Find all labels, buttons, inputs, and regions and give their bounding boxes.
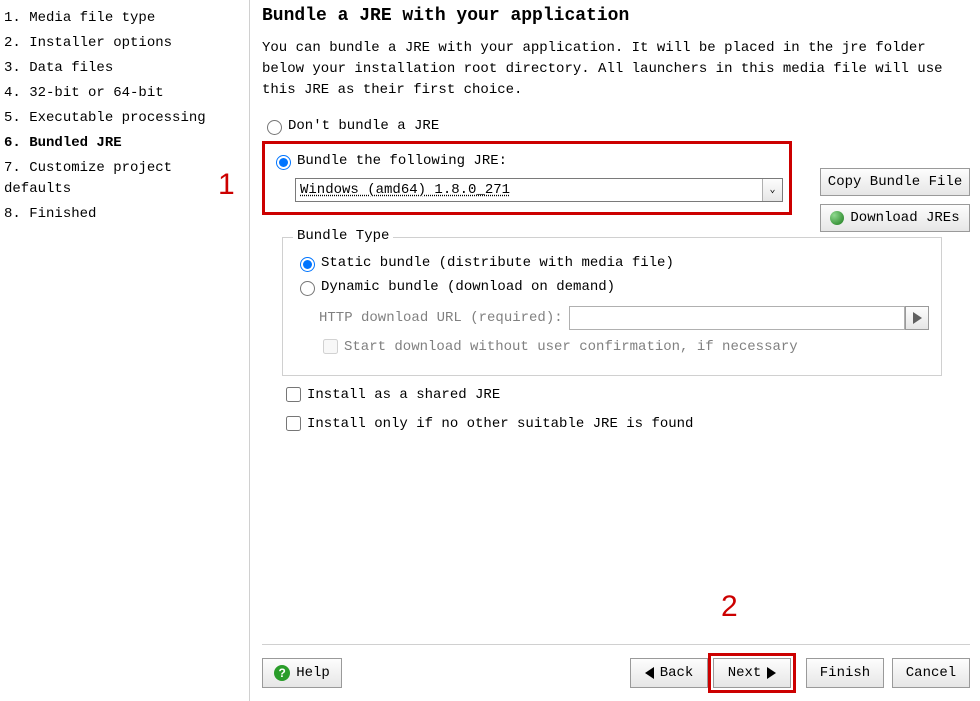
only-if-row: Install only if no other suitable JRE is… (282, 413, 970, 434)
http-url-row: HTTP download URL (required): (319, 306, 929, 330)
back-button[interactable]: Back (630, 658, 708, 688)
radio-bundle-following-label: Bundle the following JRE: (297, 153, 507, 169)
jre-select[interactable]: Windows (amd64) 1.8.0_271 ⌄ (295, 178, 783, 202)
globe-icon (830, 211, 844, 225)
triangle-left-icon (645, 667, 654, 679)
shared-jre-row: Install as a shared JRE (282, 384, 970, 405)
radio-static-label: Static bundle (distribute with media fil… (321, 255, 674, 271)
chevron-right-icon (913, 312, 922, 324)
http-url-label: HTTP download URL (required): (319, 310, 563, 326)
finish-button[interactable]: Finish (806, 658, 884, 688)
radio-static-bundle[interactable] (300, 257, 315, 272)
jre-select-value: Windows (amd64) 1.8.0_271 (296, 182, 762, 198)
radio-dynamic-bundle[interactable] (300, 281, 315, 296)
checkbox-only-if-label: Install only if no other suitable JRE is… (307, 416, 693, 432)
checkbox-start-download[interactable] (323, 339, 338, 354)
main-panel: Bundle a JRE with your application You c… (250, 0, 980, 701)
radio-bundle-following[interactable] (276, 155, 291, 170)
triangle-right-icon (767, 667, 776, 679)
checkbox-only-if-no-suitable[interactable] (286, 416, 301, 431)
radio-static-row: Static bundle (distribute with media fil… (295, 254, 929, 272)
radio-bundle-row: Bundle the following JRE: (271, 152, 783, 170)
checkbox-start-download-label: Start download without user confirmation… (344, 339, 798, 355)
download-jres-button[interactable]: Download JREs (820, 204, 970, 232)
wizard-footer: ? Help Back Next Finish Cancel (262, 644, 970, 693)
bundle-type-legend: Bundle Type (293, 228, 393, 244)
step-installer-options[interactable]: 2. Installer options (4, 31, 245, 56)
annotation-box-2: Next (708, 653, 796, 693)
page-title: Bundle a JRE with your application (262, 6, 970, 26)
checkbox-shared-jre-label: Install as a shared JRE (307, 387, 500, 403)
step-executable-processing[interactable]: 5. Executable processing (4, 106, 245, 131)
bundle-type-fieldset: Bundle Type Static bundle (distribute wi… (282, 237, 942, 376)
cancel-button[interactable]: Cancel (892, 658, 970, 688)
next-button[interactable]: Next (713, 658, 791, 688)
step-customize-defaults[interactable]: 7. Customize project defaults (4, 156, 245, 202)
http-url-browse-button[interactable] (905, 306, 929, 330)
chevron-down-icon: ⌄ (769, 184, 775, 196)
jre-select-dropdown-button[interactable]: ⌄ (762, 179, 782, 201)
radio-dont-bundle[interactable] (267, 120, 282, 135)
copy-bundle-file-button[interactable]: Copy Bundle File (820, 168, 970, 196)
help-button[interactable]: ? Help (262, 658, 342, 688)
step-bundled-jre[interactable]: 6. Bundled JRE (4, 131, 245, 156)
radio-dynamic-row: Dynamic bundle (download on demand) (295, 278, 929, 296)
help-icon: ? (274, 665, 290, 681)
wizard-steps-sidebar: 1. Media file type 2. Installer options … (0, 0, 250, 701)
radio-dynamic-label: Dynamic bundle (download on demand) (321, 279, 615, 295)
checkbox-shared-jre[interactable] (286, 387, 301, 402)
annotation-1: 1 (218, 168, 235, 202)
radio-dont-bundle-row: Don't bundle a JRE (262, 117, 970, 135)
step-32-64-bit[interactable]: 4. 32-bit or 64-bit (4, 81, 245, 106)
http-url-input[interactable] (569, 306, 905, 330)
annotation-box-1: Bundle the following JRE: Windows (amd64… (262, 141, 792, 215)
page-description: You can bundle a JRE with your applicati… (262, 38, 970, 101)
start-download-row: Start download without user confirmation… (319, 336, 929, 357)
step-data-files[interactable]: 3. Data files (4, 56, 245, 81)
annotation-2: 2 (721, 590, 738, 624)
radio-dont-bundle-label: Don't bundle a JRE (288, 118, 439, 134)
step-finished[interactable]: 8. Finished (4, 202, 245, 227)
step-media-file-type[interactable]: 1. Media file type (4, 6, 245, 31)
